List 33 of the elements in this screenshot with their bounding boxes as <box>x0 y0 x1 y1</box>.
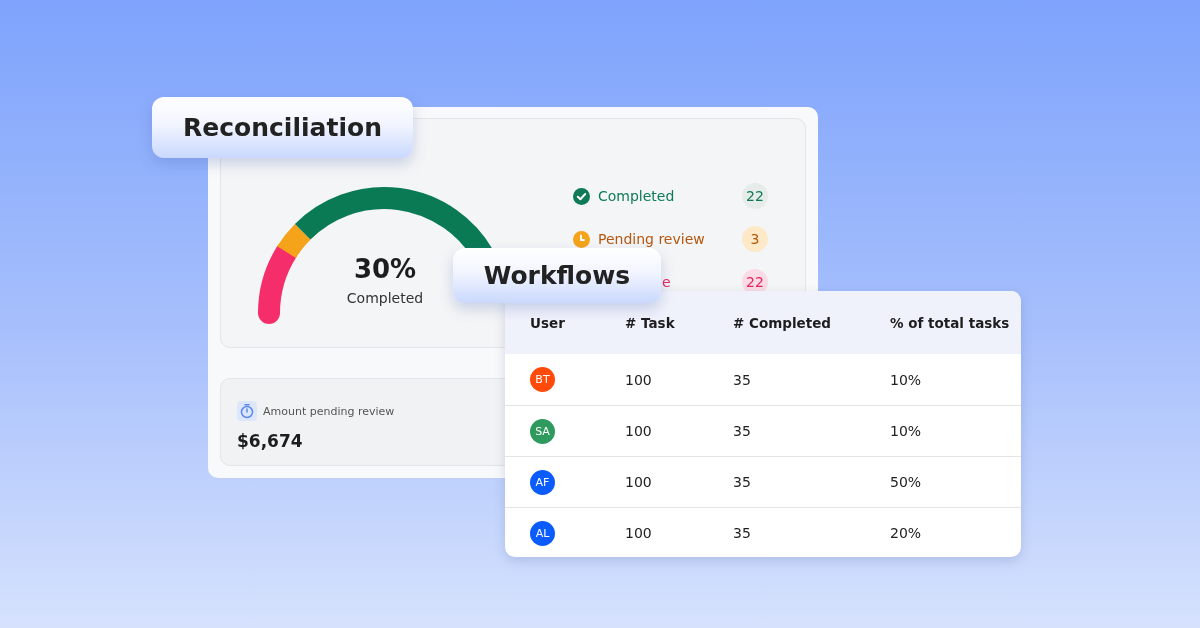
column-header: User <box>530 314 566 331</box>
table-cell-text: 100 <box>625 371 653 388</box>
legend-label: Pending review <box>598 231 706 247</box>
amount-value: $6,674 <box>237 431 304 451</box>
check-icon <box>573 187 590 205</box>
column-header: # Task <box>625 314 676 331</box>
amount-label: Amount pending review <box>263 404 395 418</box>
clock-icon <box>573 230 590 248</box>
count-badge: 3 <box>742 226 768 252</box>
table-cell-text: 100 <box>625 525 653 541</box>
user-avatar: AL <box>530 520 555 546</box>
count-badge: 22 <box>742 183 768 209</box>
table-cell-text: 35 <box>733 474 752 490</box>
table-cell-text: 10% <box>890 423 923 439</box>
table-cell-text: 35 <box>733 423 752 439</box>
gauge-caption: Completed <box>346 290 424 306</box>
column-header: # Completed <box>733 314 832 331</box>
legend-label: Completed <box>598 188 676 204</box>
table-cell-text: 35 <box>733 371 752 388</box>
user-avatar: BT <box>530 367 555 392</box>
stopwatch-icon <box>237 401 257 421</box>
user-avatar: SA <box>530 418 555 444</box>
gauge-value: 30% <box>353 254 417 284</box>
section-title: Workflows <box>453 248 661 303</box>
table-cell-text: 100 <box>625 423 653 439</box>
table-cell-text: 20% <box>890 525 923 541</box>
section-title: Reconciliation <box>152 97 413 158</box>
table-cell-text: 35 <box>733 525 752 541</box>
table-cell-text: 10% <box>890 371 923 388</box>
column-header: % of total tasks <box>890 314 1011 331</box>
table-cell-text: 50% <box>890 474 923 490</box>
user-avatar: AF <box>530 469 555 495</box>
table-cell-text: 100 <box>625 474 653 490</box>
